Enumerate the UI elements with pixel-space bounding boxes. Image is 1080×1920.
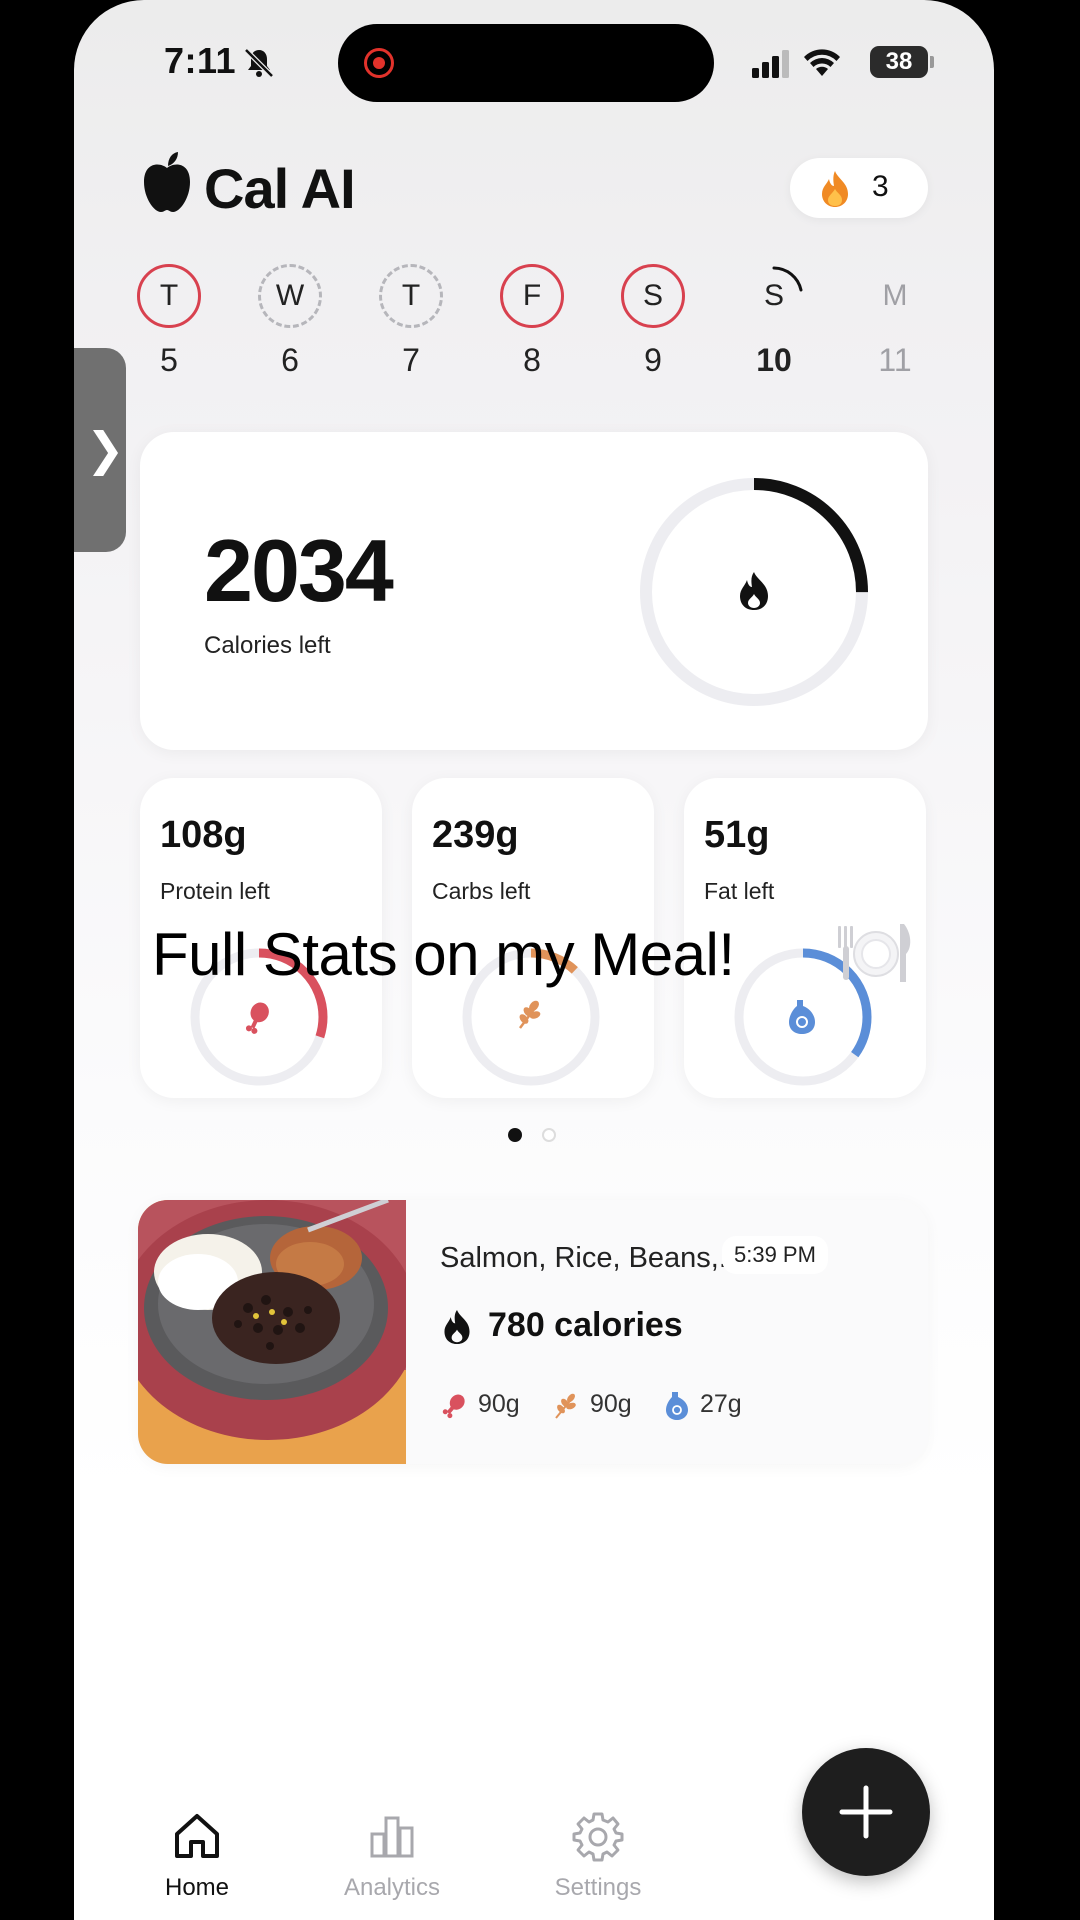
calories-left-label: Calories left — [204, 632, 331, 659]
recording-indicator-icon — [364, 48, 394, 78]
nav-analytics[interactable]: Analytics — [322, 1810, 462, 1902]
day-wednesday-6[interactable]: W 6 — [255, 264, 325, 379]
status-time: 7:11 — [164, 40, 237, 81]
carbs-left-value: 239g — [432, 814, 519, 856]
calories-left-value: 2034 — [204, 521, 394, 620]
day-letter: T — [137, 264, 201, 328]
day-letter: M — [882, 279, 908, 312]
nav-analytics-label: Analytics — [343, 1874, 441, 1901]
add-meal-button[interactable] — [802, 1748, 930, 1876]
day-number: 6 — [281, 342, 299, 378]
nav-home-label: Home — [164, 1874, 230, 1901]
page-indicator-dot[interactable] — [542, 1128, 556, 1142]
day-saturday-9[interactable]: S 9 — [618, 264, 688, 379]
wheat-icon — [519, 1000, 541, 1029]
day-letter: W — [258, 264, 322, 328]
meal-name: Salmon, Rice, Beans,... — [440, 1242, 744, 1274]
carbs-left-label: Carbs left — [432, 878, 531, 904]
fire-icon — [740, 572, 768, 610]
meal-fat: 27g — [700, 1390, 742, 1418]
bar-chart-icon — [370, 1816, 414, 1858]
day-friday-8[interactable]: F 8 — [497, 264, 567, 379]
day-number: 7 — [402, 342, 420, 378]
protein-left-value: 108g — [160, 814, 247, 856]
fat-left-label: Fat left — [704, 878, 775, 904]
battery-indicator: 38 — [870, 46, 928, 78]
calories-card[interactable]: 2034 Calories left — [140, 432, 928, 750]
wheat-icon — [555, 1393, 576, 1419]
side-drawer-tab[interactable]: ❯ — [74, 348, 126, 552]
meal-protein: 90g — [478, 1390, 520, 1418]
streak-badge[interactable]: 3 — [790, 158, 928, 218]
day-monday-11[interactable]: M 11 — [860, 264, 930, 379]
plate-cutlery-icon — [838, 924, 911, 982]
wifi-icon — [804, 49, 840, 76]
chevron-right-icon: ❯ — [86, 423, 125, 475]
day-number: 9 — [644, 342, 662, 378]
oil-drop-icon — [789, 1000, 815, 1034]
day-tuesday-5[interactable]: T 5 — [134, 264, 204, 379]
nav-settings-label: Settings — [554, 1874, 642, 1901]
meal-photo — [138, 1200, 406, 1464]
meal-time: 5:39 PM — [722, 1236, 828, 1274]
drumstick-icon — [245, 1002, 269, 1034]
apple-logo-icon — [144, 152, 190, 212]
day-letter: S — [621, 264, 685, 328]
oil-drop-icon — [666, 1392, 688, 1420]
cell-signal-icon — [752, 50, 789, 78]
streak-count: 3 — [872, 170, 889, 203]
fire-icon — [444, 1310, 470, 1344]
meal-calories: 780 calories — [488, 1306, 683, 1344]
day-number: 5 — [160, 342, 178, 378]
protein-left-label: Protein left — [160, 878, 270, 904]
nav-settings[interactable]: Settings — [528, 1810, 668, 1902]
meal-log-card[interactable]: Salmon, Rice, Beans,... 5:39 PM 780 calo… — [138, 1200, 928, 1464]
video-caption-overlay: Full Stats on my Meal! — [152, 921, 735, 988]
fat-left-value: 51g — [704, 814, 770, 856]
day-letter: T — [379, 264, 443, 328]
home-icon — [175, 1814, 219, 1858]
calories-progress-ring — [640, 478, 868, 706]
day-number: 11 — [878, 342, 912, 378]
gear-icon — [572, 1812, 624, 1862]
day-letter: F — [500, 264, 564, 328]
day-number: 10 — [756, 342, 792, 378]
phone-screen: 7:11 38 Cal AI 3 T 5 W 6 T 7 F 8 S 9 S 1… — [74, 0, 994, 1920]
dynamic-island — [338, 24, 714, 102]
app-title: Cal AI — [204, 157, 356, 220]
day-thursday-7[interactable]: T 7 — [376, 264, 446, 379]
battery-cap — [930, 56, 934, 68]
day-number: 8 — [523, 342, 541, 378]
fire-icon — [822, 171, 848, 207]
plus-icon — [839, 1785, 893, 1839]
today-progress-arc — [772, 266, 803, 292]
drumstick-icon — [442, 1394, 465, 1419]
bell-muted-icon — [244, 48, 274, 78]
nav-home[interactable]: Home — [127, 1810, 267, 1902]
day-sunday-10[interactable]: S 10 — [739, 264, 809, 379]
page-indicator-dot-active[interactable] — [508, 1128, 522, 1142]
meal-carbs: 90g — [590, 1390, 632, 1418]
